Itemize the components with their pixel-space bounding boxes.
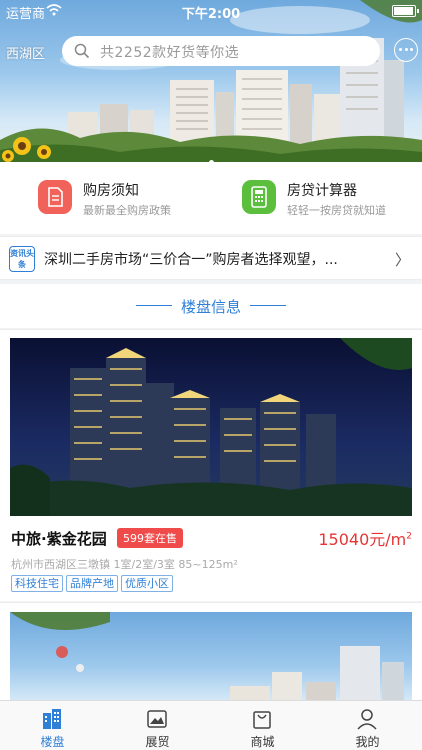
listing-image [10, 612, 412, 701]
price-value: 15040元/m [318, 530, 407, 549]
tab-bar: 楼盘 展贸 商城 我的 [0, 700, 422, 750]
tab-label: 展贸 [145, 735, 170, 749]
loan-calculator-entry[interactable]: 房贷计算器 轻轻一按房贷就知道 [242, 180, 412, 218]
news-badge: 资讯头条 [9, 246, 35, 272]
tab-label: 我的 [355, 735, 380, 749]
listing-tag: 科技住宅 [11, 575, 63, 592]
document-icon [38, 180, 72, 214]
banner-city-image [0, 0, 422, 162]
news-ticker[interactable]: 资讯头条 深圳二手房市场“三价合一”购房者选择观望，... 〉 [0, 236, 422, 280]
divider [250, 305, 286, 306]
search-placeholder: 共2252款好货等你选 [100, 45, 240, 61]
quick-entries: 购房须知 最新最全购房政策 房贷计算器 轻轻一按房贷就知道 [0, 162, 422, 234]
listing-tag: 品牌产地 [66, 575, 118, 592]
section-title: 楼盘信息 [180, 298, 241, 316]
loan-calculator-subtitle: 轻轻一按房贷就知道 [287, 204, 386, 217]
stock-badge: 599套在售 [117, 528, 183, 548]
top-bar: 西湖区 共2252款好货等你选 [0, 34, 422, 68]
picture-icon [145, 707, 169, 731]
tab-properties[interactable]: 楼盘 [0, 701, 105, 750]
listing-card[interactable] [0, 602, 422, 701]
more-icon[interactable] [394, 38, 418, 62]
tab-mall[interactable]: 商城 [210, 701, 315, 750]
search-icon [74, 43, 90, 63]
building-icon [40, 707, 64, 731]
section-header: 楼盘信息 [0, 284, 422, 328]
home-screen: 运营商 下午2:00 西湖区 共2252款好货等你选 购房须知 最新最全购房政策… [0, 0, 422, 750]
purchase-guide-title: 购房须知 [83, 183, 139, 199]
status-bar: 运营商 下午2:00 [0, 0, 422, 22]
listing-card[interactable]: 中旅·紫金花园 599套在售 15040元/m2 杭州市西湖区三墩镇 1室/2室… [0, 329, 422, 601]
listing-image [10, 338, 412, 516]
listing-name: 中旅·紫金花园 [11, 530, 107, 548]
carousel-indicator [0, 150, 422, 162]
tab-exhibition[interactable]: 展贸 [105, 701, 210, 750]
calculator-icon [242, 180, 276, 214]
person-icon [355, 707, 379, 731]
loan-calculator-title: 房贷计算器 [287, 183, 357, 199]
battery-icon [392, 5, 419, 17]
tab-mine[interactable]: 我的 [315, 701, 420, 750]
purchase-guide-subtitle: 最新最全购房政策 [83, 204, 171, 217]
listing-tags: 科技住宅 品牌产地 优质小区 [11, 572, 176, 592]
banner-carousel[interactable]: 运营商 下午2:00 西湖区 共2252款好货等你选 [0, 0, 422, 162]
location-selector[interactable]: 西湖区 [6, 43, 45, 62]
tab-label: 商城 [250, 735, 275, 749]
chevron-right-icon: 〉 [394, 251, 410, 269]
search-input[interactable]: 共2252款好货等你选 [62, 36, 380, 66]
bag-icon [250, 707, 274, 731]
listing-tag: 优质小区 [121, 575, 173, 592]
listing-price: 15040元/m2 [318, 526, 412, 550]
listing-address: 杭州市西湖区三墩镇 1室/2室/3室 85~125m² [11, 558, 238, 571]
purchase-guide-entry[interactable]: 购房须知 最新最全购房政策 [38, 180, 208, 218]
clock: 下午2:00 [181, 7, 241, 22]
tab-label: 楼盘 [40, 735, 65, 749]
news-headline: 深圳二手房市场“三价合一”购房者选择观望，... [44, 252, 338, 268]
price-unit-sup: 2 [406, 531, 412, 542]
